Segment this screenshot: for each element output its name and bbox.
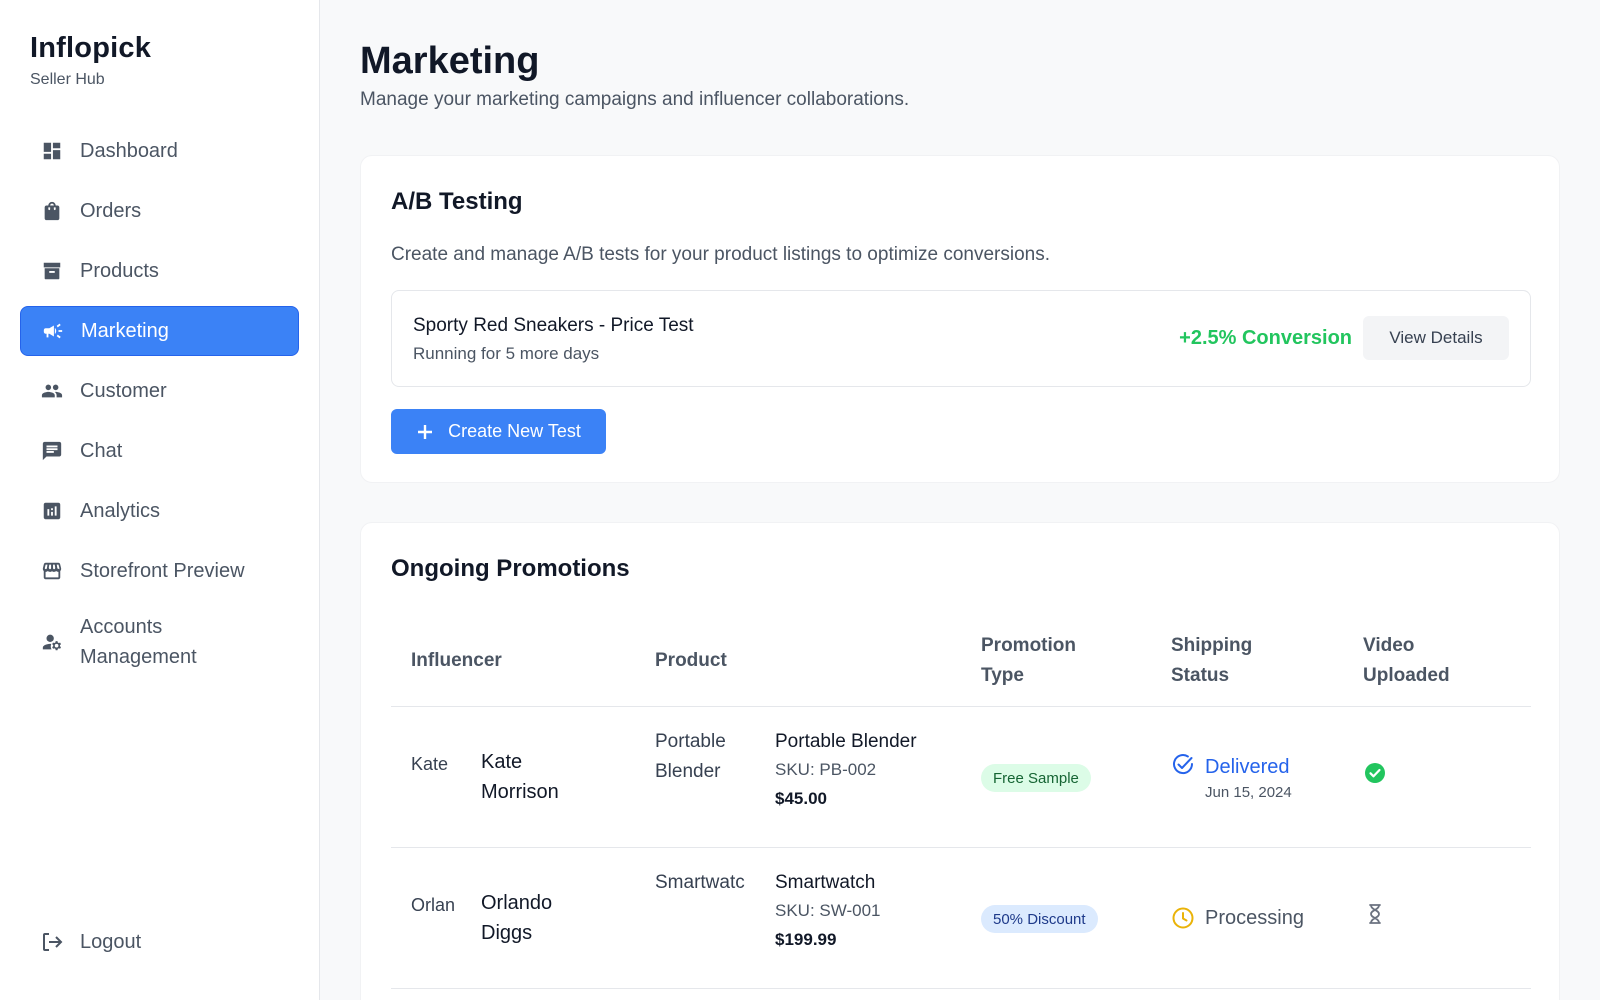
storefront-icon [40,559,64,583]
column-header-line: Type [981,665,1024,686]
sidebar-item-orders[interactable]: Orders [20,186,299,236]
sidebar-item-marketing[interactable]: Marketing [20,306,299,356]
manage-accounts-icon [40,630,64,654]
shipping-status: Delivered [1205,756,1290,778]
check-circle-outline-icon [1173,754,1194,775]
shopping-bag-icon [40,199,64,223]
avatar: Orlan [411,893,459,941]
sidebar-item-label: Dashboard [80,140,178,162]
ab-test-conversion: +2.5% Conversion [1179,327,1352,349]
sidebar-item-label: Marketing [81,320,169,342]
logout-label: Logout [80,930,142,953]
page-subtitle: Manage your marketing campaigns and infl… [360,89,910,110]
column-header-line: Shipping [1171,635,1253,656]
ab-test-status: Running for 5 more days [413,344,600,363]
brand-title: Inflopick [30,32,152,64]
plus-icon [418,424,433,439]
product-price: $45.00 [775,789,827,808]
logout-button[interactable]: Logout [40,930,141,954]
influencer-name[interactable]: Kate Morrison [481,747,601,807]
product-image: Smartwatc [655,872,745,893]
sidebar-item-chat[interactable]: Chat [20,426,299,476]
column-header-influencer[interactable]: Influencer [411,646,502,676]
product-name[interactable]: Portable Blender [775,731,917,753]
promotions-table: Influencer Product Promotion Type Shippi… [391,615,1531,989]
chat-icon [40,439,64,463]
ab-testing-title: A/B Testing [391,188,523,215]
sidebar-item-analytics[interactable]: Analytics [20,486,299,536]
influencer-name[interactable]: Orlando Diggs [481,888,601,948]
sidebar-item-label: Orders [80,200,142,222]
column-header-shipping-status[interactable]: Shipping Status [1171,631,1252,691]
sidebar-item-products[interactable]: Products [20,246,299,296]
column-header-line: Promotion [981,635,1076,656]
influencer-first-name: Orlando [481,892,553,914]
sidebar-item-customer[interactable]: Customer [20,366,299,416]
sidebar: Inflopick Seller Hub Dashboard Orders Pr… [0,0,320,1000]
sidebar-nav: Dashboard Orders Products Marketing Cust… [20,126,299,688]
sidebar-item-label: Products [80,260,159,282]
megaphone-icon [41,319,65,343]
brand-subtitle: Seller Hub [30,71,105,88]
column-header-line: Uploaded [1363,665,1450,686]
avatar-alt-text: Orlan [411,895,456,915]
column-header-video-uploaded[interactable]: Video Uploaded [1363,631,1450,691]
archive-icon [40,259,64,283]
view-details-button[interactable]: View Details [1363,316,1509,360]
influencer-last-name: Morrison [481,781,559,803]
column-header-line: Video [1363,635,1415,656]
product-name[interactable]: Smartwatch [775,872,875,894]
people-icon [40,379,64,403]
product-price: $199.99 [775,930,837,949]
sidebar-item-storefront-preview[interactable]: Storefront Preview [20,546,299,596]
dashboard-icon [40,139,64,163]
brand: Inflopick Seller Hub [30,32,151,89]
product-image: Portable Blender [655,731,726,782]
column-header-product[interactable]: Product [655,646,727,676]
ongoing-promotions-card: Ongoing Promotions Influencer Product Pr… [360,522,1560,1000]
sidebar-item-label: Storefront Preview [80,560,245,582]
sidebar-item-label: Customer [80,380,167,402]
page-title: Marketing [360,40,540,82]
logout-icon [43,933,63,951]
shipping-status: Processing [1205,907,1304,929]
influencer-last-name: Diggs [481,922,533,944]
analytics-icon [40,499,64,523]
check-circle-icon [1365,763,1385,783]
table-row[interactable]: Kate Kate Morrison Portable Blender Port… [391,707,1531,848]
sidebar-item-accounts-management[interactable]: Accounts Management [20,606,299,678]
influencer-first-name: Kate [481,751,523,773]
product-sku: SKU: PB-002 [775,760,877,779]
product-sku: SKU: SW-001 [775,901,881,920]
ab-testing-description: Create and manage A/B tests for your pro… [391,244,1050,265]
hourglass-icon [1369,904,1381,924]
create-new-test-label: Create New Test [448,421,581,441]
avatar: Kate [411,752,459,800]
create-new-test-button[interactable]: Create New Test [391,409,606,454]
column-header-promotion-type[interactable]: Promotion Type [981,631,1076,691]
ab-testing-card: A/B Testing Create and manage A/B tests … [360,155,1560,483]
promotion-type-badge: 50% Discount [981,905,1098,933]
avatar-alt-text: Kate [411,754,449,774]
sidebar-item-label: Analytics [80,500,161,522]
sidebar-item-label: Accounts Management [80,616,197,668]
ab-test-item: Sporty Red Sneakers - Price Test Running… [391,290,1531,387]
promotions-title: Ongoing Promotions [391,555,630,582]
sidebar-item-label: Chat [80,440,123,462]
promotion-type-badge: Free Sample [981,764,1091,792]
table-header: Influencer Product Promotion Type Shippi… [391,615,1531,707]
shipping-date: Jun 15, 2024 [1205,784,1292,801]
table-row[interactable]: Orlan Orlando Diggs Smartwatc Smartwatch… [391,848,1531,989]
column-header-line: Status [1171,665,1230,686]
clock-icon [1172,907,1194,929]
sidebar-item-dashboard[interactable]: Dashboard [20,126,299,176]
ab-test-name: Sporty Red Sneakers - Price Test [413,315,694,336]
